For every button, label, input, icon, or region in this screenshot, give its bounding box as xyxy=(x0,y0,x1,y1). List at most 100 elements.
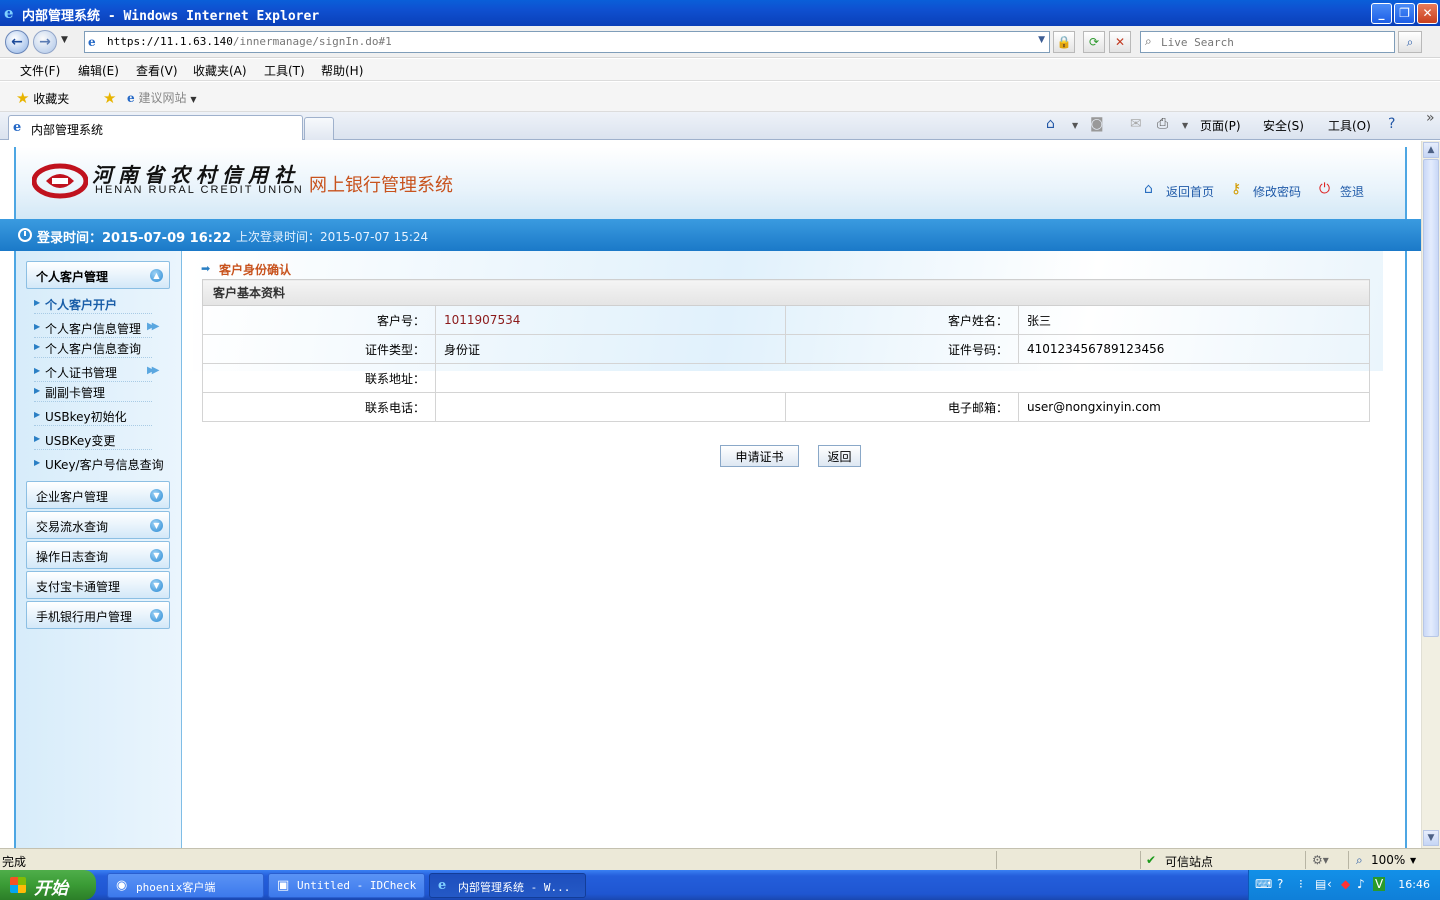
search-input[interactable] xyxy=(1161,34,1389,50)
sidebar-item-info-query[interactable]: ▶ 个人客户信息查询 xyxy=(34,338,152,358)
apply-certificate-button[interactable]: 申请证书 xyxy=(720,445,799,467)
restore-button[interactable]: ❐ xyxy=(1394,3,1415,24)
print-icon[interactable]: ⎙ xyxy=(1157,116,1168,132)
keyboard-icon[interactable]: ⌨ xyxy=(1255,877,1272,891)
sidebar-group-label: 企业客户管理 xyxy=(36,490,109,504)
zoom-level[interactable]: 100% xyxy=(1371,853,1405,867)
menu-favorites[interactable]: 收藏夹(A) xyxy=(193,62,247,79)
close-button[interactable]: ✕ xyxy=(1417,3,1438,24)
menu-help[interactable]: 帮助(H) xyxy=(321,62,363,79)
home-link[interactable]: 返回首页 xyxy=(1166,183,1214,200)
start-label: 开始 xyxy=(34,879,68,899)
expand-icon[interactable]: ▼ xyxy=(150,519,163,532)
bullet-icon: ▶ xyxy=(34,458,41,467)
network-icon[interactable]: ▤ xyxy=(1315,877,1326,891)
bullet-icon: ▶ xyxy=(34,366,41,375)
protected-mode-icon[interactable]: ⚙▾ xyxy=(1312,853,1329,867)
tab-active[interactable]: e 内部管理系统 xyxy=(8,115,303,140)
favorites-bar: ★ 收藏夹 ★ e 建议网站 ▼ xyxy=(0,82,1440,112)
vertical-scrollbar[interactable]: ▲ ▼ xyxy=(1421,141,1440,848)
sidebar-item-label: USBkey初始化 xyxy=(45,410,127,424)
chevron-more-icon[interactable]: » xyxy=(1426,110,1435,126)
home-icon[interactable]: ⌂ xyxy=(1046,116,1055,132)
expand-icon[interactable]: ▼ xyxy=(150,549,163,562)
history-dropdown-icon[interactable]: ▼ xyxy=(61,35,68,45)
back-button[interactable]: 返回 xyxy=(818,445,861,467)
status-divider xyxy=(1305,851,1306,869)
menu-tools[interactable]: 工具(T) xyxy=(264,62,305,79)
tools-menu[interactable]: 工具(O) xyxy=(1328,117,1371,134)
sidebar-group-transactions[interactable]: 交易流水查询 ▼ xyxy=(26,511,170,539)
sidebar-group-oplog[interactable]: 操作日志查询 ▼ xyxy=(26,541,170,569)
mail-icon[interactable]: ✉ xyxy=(1130,116,1142,132)
scroll-up-icon[interactable]: ▲ xyxy=(1423,142,1439,158)
menu-edit[interactable]: 编辑(E) xyxy=(78,62,119,79)
sidebar-item-ukey-query[interactable]: ▶ UKey/客户号信息查询 xyxy=(34,454,164,474)
add-favorite-button[interactable]: ★ xyxy=(103,89,116,107)
window-titlebar: e 内部管理系统 - Windows Internet Explorer _ ❐… xyxy=(0,0,1440,26)
lock-icon[interactable]: 🔒 xyxy=(1053,31,1075,53)
page-menu[interactable]: 页面(P) xyxy=(1200,117,1241,134)
scroll-down-icon[interactable]: ▼ xyxy=(1423,830,1439,846)
sidebar-group-personal[interactable]: 个人客户管理 ▲ xyxy=(26,261,170,289)
back-button[interactable]: ← xyxy=(5,30,29,54)
refresh-button[interactable]: ⟳ xyxy=(1083,31,1105,53)
sidebar-item-open-account[interactable]: ▶ 个人客户开户 xyxy=(34,294,152,314)
sidebar-item-label: 个人证书管理 xyxy=(45,366,118,380)
task-idcheck[interactable]: ▣ Untitled - IDCheck xyxy=(268,873,425,898)
ie-logo-icon: e xyxy=(438,878,447,893)
volume-icon[interactable]: ♪ xyxy=(1357,877,1365,891)
logout-link[interactable]: 签退 xyxy=(1340,183,1364,200)
safety-menu[interactable]: 安全(S) xyxy=(1263,117,1304,134)
section-title: 客户基本资料 xyxy=(202,279,1370,306)
sidebar-item-cert-manage[interactable]: ▶ 个人证书管理 ▶▶ xyxy=(34,362,160,382)
expand-icon[interactable]: ▼ xyxy=(150,609,163,622)
start-button[interactable]: 开始 xyxy=(0,870,96,900)
rss-icon[interactable]: ◙ xyxy=(1090,116,1104,132)
add-star-icon: ★ xyxy=(103,89,117,107)
help-icon[interactable]: ? xyxy=(1388,116,1395,132)
help-icon[interactable]: ? xyxy=(1277,877,1283,891)
zoom-dropdown-icon[interactable]: ▼ xyxy=(1410,856,1416,865)
suggested-sites-button[interactable]: e 建议网站 ▼ xyxy=(127,89,196,106)
expand-icon[interactable]: ▼ xyxy=(150,579,163,592)
sidebar-item-usbkey-init[interactable]: ▶ USBkey初始化 xyxy=(34,406,152,426)
task-phoenix[interactable]: ◉ phoenix客户端 xyxy=(107,873,264,898)
antivirus-icon[interactable]: ◆ xyxy=(1341,877,1350,891)
ime-icon[interactable]: ⁝ xyxy=(1299,877,1303,891)
search-box[interactable]: ⌕ xyxy=(1140,31,1395,53)
menu-view[interactable]: 查看(V) xyxy=(136,62,178,79)
customer-name-value: 张三 xyxy=(1018,305,1370,335)
url-field[interactable]: e https://11.1.63.140/innermanage/signIn… xyxy=(84,31,1050,53)
sidebar-group-alipay[interactable]: 支付宝卡通管理 ▼ xyxy=(26,571,170,599)
id-no-label: 证件号码： xyxy=(785,334,1019,364)
minimize-button[interactable]: _ xyxy=(1371,3,1392,24)
forward-button[interactable]: → xyxy=(33,30,57,54)
sidebar-item-usbkey-change[interactable]: ▶ USBKey变更 xyxy=(34,430,152,450)
chevron-left-icon[interactable]: ‹ xyxy=(1327,877,1332,891)
new-tab-button[interactable] xyxy=(304,117,334,140)
collapse-icon[interactable]: ▲ xyxy=(150,269,163,282)
vpn-icon[interactable]: V xyxy=(1373,877,1386,891)
sidebar-item-info-manage[interactable]: ▶ 个人客户信息管理 ▶▶ xyxy=(34,318,160,338)
expand-arrow-icon: ▶▶ xyxy=(147,365,160,376)
sidebar-item-sub-card[interactable]: ▶ 副副卡管理 xyxy=(34,382,152,402)
scrollbar-thumb[interactable] xyxy=(1423,159,1439,637)
favorites-button[interactable]: ★ 收藏夹 xyxy=(16,89,69,107)
task-ie[interactable]: e 内部管理系统 - W... xyxy=(429,873,586,898)
url-dropdown-icon[interactable]: ▼ xyxy=(1038,35,1045,45)
task-label: Untitled - IDCheck xyxy=(297,879,417,892)
stop-button[interactable]: ✕ xyxy=(1109,31,1131,53)
menu-file[interactable]: 文件(F) xyxy=(20,62,60,79)
change-password-link[interactable]: 修改密码 xyxy=(1253,183,1301,200)
url-path: /innermanage/signIn.do#1 xyxy=(232,35,392,48)
sidebar-group-mobile[interactable]: 手机银行用户管理 ▼ xyxy=(26,601,170,629)
menu-bar: 文件(F) 编辑(E) 查看(V) 收藏夹(A) 工具(T) 帮助(H) xyxy=(0,59,1440,81)
search-go-button[interactable]: ⌕ xyxy=(1398,31,1422,53)
sidebar-group-label: 交易流水查询 xyxy=(36,520,109,534)
print-dropdown-icon[interactable]: ▼ xyxy=(1182,121,1188,130)
logo-english: HENAN RURAL CREDIT UNION xyxy=(95,184,304,196)
sidebar-group-enterprise[interactable]: 企业客户管理 ▼ xyxy=(26,481,170,509)
home-dropdown-icon[interactable]: ▼ xyxy=(1072,121,1078,130)
expand-icon[interactable]: ▼ xyxy=(150,489,163,502)
